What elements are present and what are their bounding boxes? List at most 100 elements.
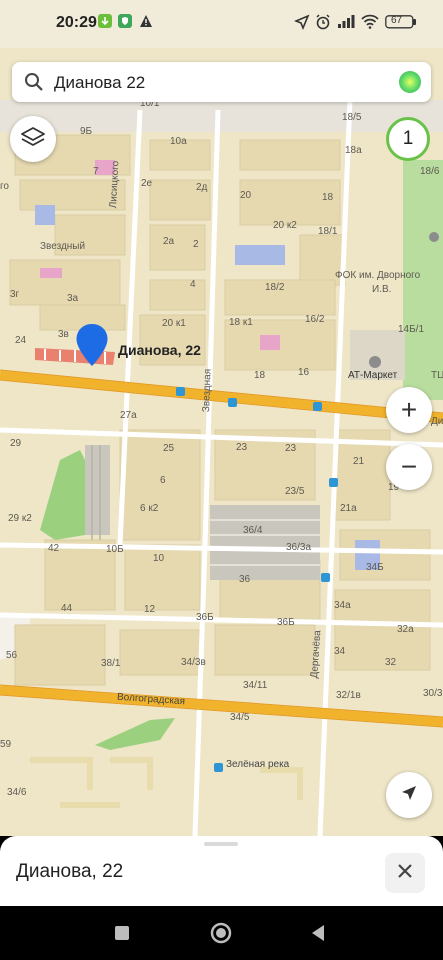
- layers-button[interactable]: [10, 116, 56, 162]
- map-label: 34/11: [243, 680, 268, 691]
- warning-icon: [139, 14, 153, 31]
- map-label: 20 к1: [162, 318, 186, 329]
- map-label: 23/5: [285, 486, 305, 497]
- map-label: 36/3а: [286, 542, 312, 553]
- place-title: Дианова, 22: [16, 861, 124, 882]
- map-label: 14Б/1: [398, 324, 425, 335]
- map-label: 12: [144, 604, 156, 615]
- search-query: Дианова 22: [54, 73, 146, 92]
- map-label: 7: [93, 166, 99, 177]
- map-label: 18 к1: [229, 317, 253, 328]
- map-label: 16/2: [305, 314, 325, 325]
- map-label: 42: [48, 543, 60, 554]
- route-count-badge[interactable]: 1: [386, 117, 430, 161]
- battery-icon: 67: [385, 15, 417, 32]
- bottom-sheet[interactable]: Дианова, 22: [0, 836, 443, 906]
- map-label: 10: [153, 553, 165, 564]
- map-label: 21: [353, 456, 365, 467]
- signal-icon: [337, 14, 355, 32]
- status-bar: 20:29 67: [0, 0, 443, 48]
- map-label: 34/3в: [181, 657, 206, 668]
- map-label: 18а: [345, 145, 362, 156]
- shield-icon: [118, 14, 132, 31]
- map-label: 36: [239, 574, 251, 585]
- search-icon: [24, 72, 44, 97]
- map-label: 3а: [67, 293, 79, 304]
- map-label: 34Б: [366, 562, 384, 573]
- map-label: 36/4: [243, 525, 263, 536]
- close-icon: [397, 863, 413, 884]
- map-label: 2е: [141, 178, 153, 189]
- map-label: 18/1: [318, 226, 338, 237]
- map-label: 2д: [196, 182, 208, 193]
- map-label: 34/5: [230, 712, 250, 723]
- map-label: 38/1: [101, 658, 121, 669]
- map-label: 36Б: [196, 612, 214, 623]
- map-label: Звездный: [40, 241, 86, 252]
- circle-icon[interactable]: [210, 922, 232, 949]
- map-label: И.В.: [372, 284, 392, 295]
- map-label: 6: [160, 475, 166, 486]
- map-label: 24: [15, 335, 27, 346]
- map-label: ТЦ: [431, 370, 443, 381]
- plus-icon: +: [400, 394, 418, 425]
- marker-label: Дианова, 22: [118, 342, 201, 358]
- map-label: 3в: [58, 329, 69, 340]
- search-bar[interactable]: Дианова 22: [12, 62, 431, 102]
- map-canvas: [0, 48, 443, 836]
- battery-level: 67: [391, 15, 403, 26]
- location-arrow-icon: [293, 14, 310, 33]
- map-label: 32/1в: [336, 690, 361, 701]
- map-label: 18/5: [342, 112, 362, 123]
- map-label: 3г: [10, 289, 20, 300]
- map-label: 21а: [340, 503, 357, 514]
- layers-icon: [20, 125, 46, 154]
- map-label: ФОК им. Дворного: [335, 270, 421, 281]
- map-label: го: [0, 181, 9, 192]
- map-label: 18: [322, 192, 334, 203]
- street-label: Звездная: [201, 368, 214, 413]
- back-triangle-icon[interactable]: [310, 924, 326, 947]
- location-marker[interactable]: [75, 322, 109, 368]
- map-label: 34/6: [7, 787, 27, 798]
- map-label: 44: [61, 603, 73, 614]
- zoom-out-button[interactable]: −: [386, 444, 432, 490]
- status-time: 20:29: [56, 14, 97, 31]
- map-label: АТ-Маркет: [348, 370, 398, 381]
- map-label: 18: [254, 370, 266, 381]
- alarm-icon: [315, 14, 331, 33]
- map-label: 30/3: [423, 688, 443, 699]
- wifi-icon: [361, 14, 379, 32]
- map-label: 29 к2: [8, 513, 32, 524]
- map-label: Зелёная река: [226, 759, 290, 770]
- map-label: 9Б: [80, 126, 93, 137]
- alice-icon[interactable]: [399, 71, 421, 93]
- square-icon[interactable]: [114, 925, 130, 946]
- map-label: Диа: [431, 416, 443, 427]
- map-label: 25: [163, 443, 175, 454]
- close-button[interactable]: [385, 853, 425, 893]
- map-view[interactable]: 10/1 9Б 10а 18/5 18а 18/6 го 7 2е 2д 20 …: [0, 48, 443, 836]
- minus-icon: −: [400, 451, 418, 482]
- system-nav-bar: [0, 906, 443, 960]
- download-icon: [98, 14, 112, 31]
- map-label: 59: [0, 739, 12, 750]
- map-label: 34: [334, 646, 346, 657]
- map-label: 23: [236, 442, 248, 453]
- locate-me-button[interactable]: [386, 772, 432, 818]
- map-label: 27а: [120, 410, 137, 421]
- navigation-arrow-icon: [399, 783, 419, 808]
- map-label: 6 к2: [140, 503, 159, 514]
- map-label: 32: [385, 657, 397, 668]
- badge-number: 1: [402, 128, 414, 149]
- map-label: 10Б: [106, 544, 124, 555]
- map-label: 56: [6, 650, 18, 661]
- map-label: 34а: [334, 600, 351, 611]
- map-label: 2: [193, 239, 199, 250]
- zoom-in-button[interactable]: +: [386, 387, 432, 433]
- map-label: 20: [240, 190, 252, 201]
- map-label: 18/2: [265, 282, 285, 293]
- sheet-drag-handle[interactable]: [204, 842, 238, 846]
- map-label: 29: [10, 438, 22, 449]
- map-label: 18/6: [420, 166, 440, 177]
